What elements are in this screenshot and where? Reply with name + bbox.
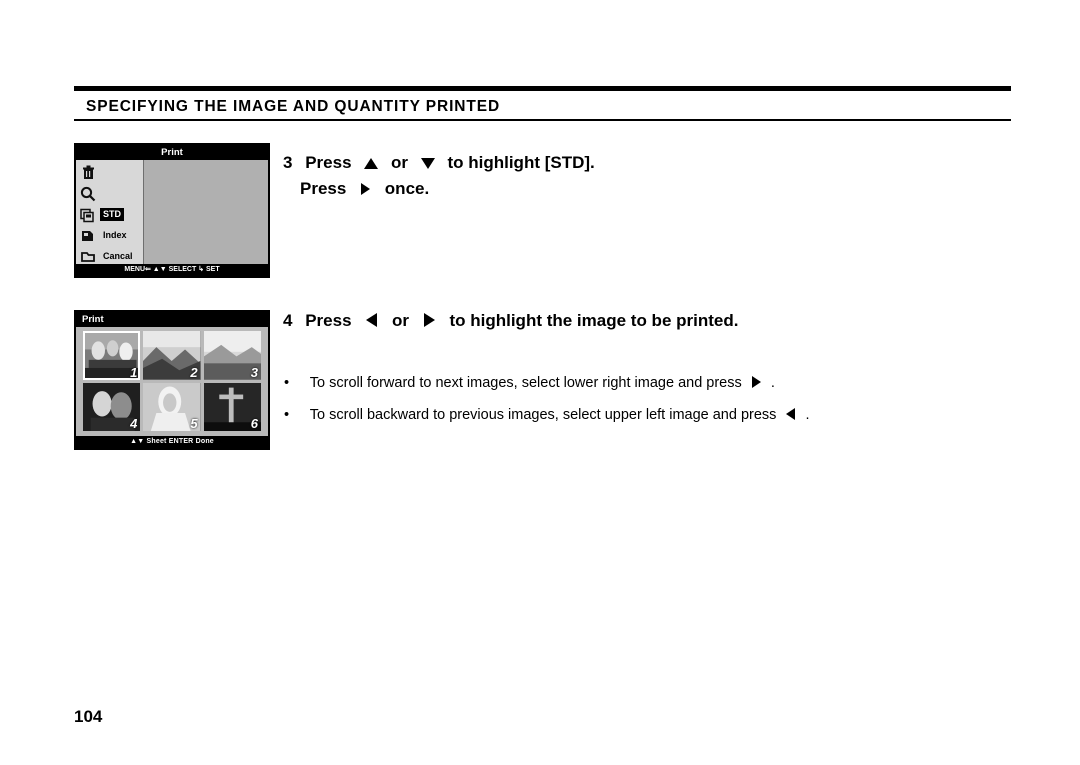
step-3-instruction: 3 Press or to highlight [STD]. <box>283 147 595 178</box>
step-3-number: 3 <box>283 153 293 172</box>
menu-item-cancel-label: Cancal <box>103 251 133 261</box>
arrow-left-icon <box>366 313 378 327</box>
menu-item-index-label: Index <box>103 230 127 240</box>
menu-item-index[interactable]: Index <box>78 225 141 246</box>
lcd-thumbnail-grid: 1 2 3 4 5 6 <box>83 331 261 431</box>
thumbnail-1-number: 1 <box>130 364 138 380</box>
step-4-text-b: or <box>392 311 409 330</box>
page-title: SPECIFYING THE IMAGE AND QUANTITY PRINTE… <box>86 98 501 115</box>
menu-item-std-label: STD <box>100 208 124 221</box>
step-4-instruction: 4 Press or to highlight the image to be … <box>283 311 738 331</box>
step-3-text-b: or <box>391 153 408 172</box>
step-3-line2-b: once. <box>384 179 430 198</box>
arrow-right-icon <box>751 376 761 388</box>
lcd-print-menu-screenshot: Print STD Index Cancal MENU⇐ ▲▼ SELECT ↳… <box>74 143 270 278</box>
bullet-marker: • <box>284 407 290 423</box>
step-4-number: 4 <box>283 311 293 330</box>
menu-item-magnifier[interactable] <box>78 183 141 204</box>
thumbnail-4[interactable]: 4 <box>83 382 141 431</box>
step-3-text-c: to highlight [STD]. <box>447 153 595 172</box>
trash-icon <box>78 164 98 182</box>
thumbnail-3-number: 3 <box>250 364 258 380</box>
page-number: 104 <box>74 707 103 726</box>
thumbnail-4-number: 4 <box>130 416 138 431</box>
step-3-instruction-line2: Press once. <box>300 179 429 199</box>
header-bottom-rule <box>74 119 1011 121</box>
lcd-thumbnail-screenshot: Print 1 2 3 4 5 6 ▲▼ Sheet ENTER Done <box>74 310 270 450</box>
lcd-thumbs-title: Print <box>76 312 268 327</box>
menu-item-std[interactable]: STD <box>78 204 141 225</box>
thumbnail-1[interactable]: 1 <box>83 331 141 380</box>
menu-item-magnifier-label <box>100 193 106 195</box>
arrow-up-icon <box>364 158 379 169</box>
step-3-text-a: Press <box>305 153 352 172</box>
thumbnail-2-number: 2 <box>190 364 198 380</box>
thumbnail-5-number: 5 <box>190 416 198 431</box>
step-4-text-a: Press <box>305 311 352 330</box>
step-3-line2-a: Press <box>300 179 347 198</box>
arrow-right-icon <box>361 183 371 195</box>
bullet-text: To scroll forward to next images, select… <box>309 375 742 391</box>
bullet-marker: • <box>284 375 290 391</box>
bullet-suffix: . <box>805 407 810 423</box>
bullet-item: • To scroll forward to next images, sele… <box>284 375 775 391</box>
bullet-item: • To scroll backward to previous images,… <box>284 407 810 423</box>
thumbnail-6-number: 6 <box>250 416 258 431</box>
lcd-thumbs-bottom-bar: ▲▼ Sheet ENTER Done <box>76 436 268 448</box>
multi-print-icon <box>78 206 98 224</box>
bullet-suffix: . <box>770 375 775 391</box>
thumbnail-6[interactable]: 6 <box>203 382 261 431</box>
thumbnail-5[interactable]: 5 <box>143 382 201 431</box>
index-print-icon <box>78 227 98 245</box>
magnifier-icon <box>78 185 98 203</box>
lcd-menu-bottom-bar: MENU⇐ ▲▼ SELECT ↳ SET <box>76 264 268 276</box>
menu-item-trash-label <box>100 172 106 174</box>
menu-item-trash[interactable] <box>78 162 141 183</box>
bullet-text: To scroll backward to previous images, s… <box>309 407 777 423</box>
arrow-right-icon <box>423 313 435 327</box>
lcd-menu-preview-area <box>144 160 268 264</box>
step-4-text-c: to highlight the image to be printed. <box>449 311 739 330</box>
document-page: SPECIFYING THE IMAGE AND QUANTITY PRINTE… <box>0 0 1080 765</box>
thumbnail-3[interactable]: 3 <box>203 331 261 380</box>
arrow-down-icon <box>420 158 435 169</box>
folder-icon <box>78 248 98 266</box>
arrow-left-icon <box>786 408 796 420</box>
lcd-menu-column: STD Index Cancal <box>76 160 151 266</box>
header-top-rule <box>74 86 1011 91</box>
lcd-menu-title: Print <box>76 145 268 160</box>
thumbnail-2[interactable]: 2 <box>143 331 201 380</box>
